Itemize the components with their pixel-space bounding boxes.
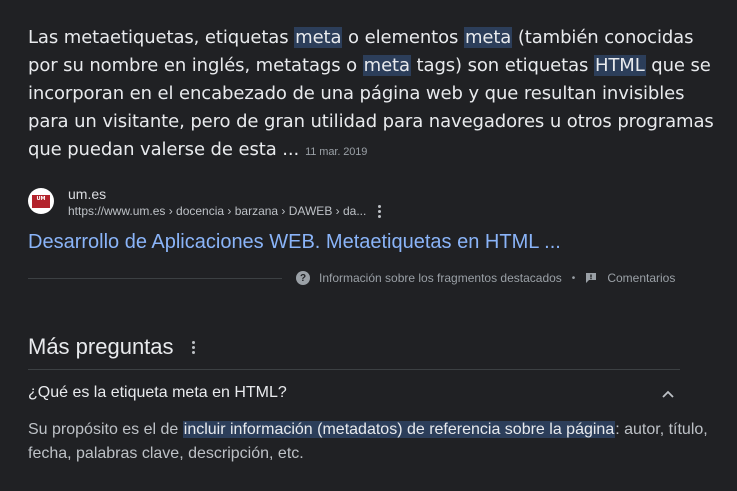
comment-icon[interactable] [585, 272, 597, 284]
featured-snippet-text: Las metaetiquetas, etiquetas meta o elem… [28, 24, 718, 166]
snippet-text: Las metaetiquetas, etiquetas [28, 27, 295, 48]
more-questions-heading: Más preguntas [28, 334, 195, 360]
divider [28, 278, 282, 279]
snippet-highlight: HTML [593, 55, 646, 76]
chevron-up-icon[interactable] [660, 386, 676, 402]
site-url[interactable]: https://www.um.es › docencia › barzana ›… [68, 203, 366, 220]
help-circle-icon[interactable]: ? [296, 271, 310, 285]
snippet-highlight: meta [362, 55, 411, 76]
snippet-highlight: meta [294, 27, 343, 48]
more-vert-icon[interactable] [378, 205, 382, 218]
snippet-text: tags) son etiquetas [410, 55, 594, 76]
more-vert-icon[interactable] [191, 340, 195, 354]
result-source[interactable]: UM um.es https://www.um.es › docencia › … [28, 186, 382, 220]
snippet-feedback-bar: ? Información sobre los fragmentos desta… [296, 271, 675, 285]
about-featured-snippets-link[interactable]: Información sobre los fragmentos destaca… [319, 271, 562, 285]
answer-highlight: incluir información (metadatos) de refer… [182, 421, 616, 438]
divider [28, 369, 680, 370]
answer-text-before: Su propósito es el de [28, 421, 183, 438]
snippet-highlight: meta [463, 27, 513, 48]
site-favicon: UM [28, 188, 54, 214]
comments-link[interactable]: Comentarios [607, 271, 675, 285]
separator-dot: • [571, 272, 576, 284]
favicon-logo: UM [32, 194, 50, 208]
snippet-text: o elementos [342, 27, 464, 48]
question-toggle[interactable]: ¿Qué es la etiqueta meta en HTML? [28, 384, 287, 402]
result-title-link[interactable]: Desarrollo de Aplicaciones WEB. Metaetiq… [28, 229, 561, 255]
site-url-row: https://www.um.es › docencia › barzana ›… [68, 203, 382, 220]
more-questions-title: Más preguntas [28, 334, 174, 359]
snippet-date: 11 mar. 2019 [305, 146, 368, 158]
site-name[interactable]: um.es [68, 186, 381, 203]
question-answer: Su propósito es el de incluir informació… [28, 418, 708, 466]
